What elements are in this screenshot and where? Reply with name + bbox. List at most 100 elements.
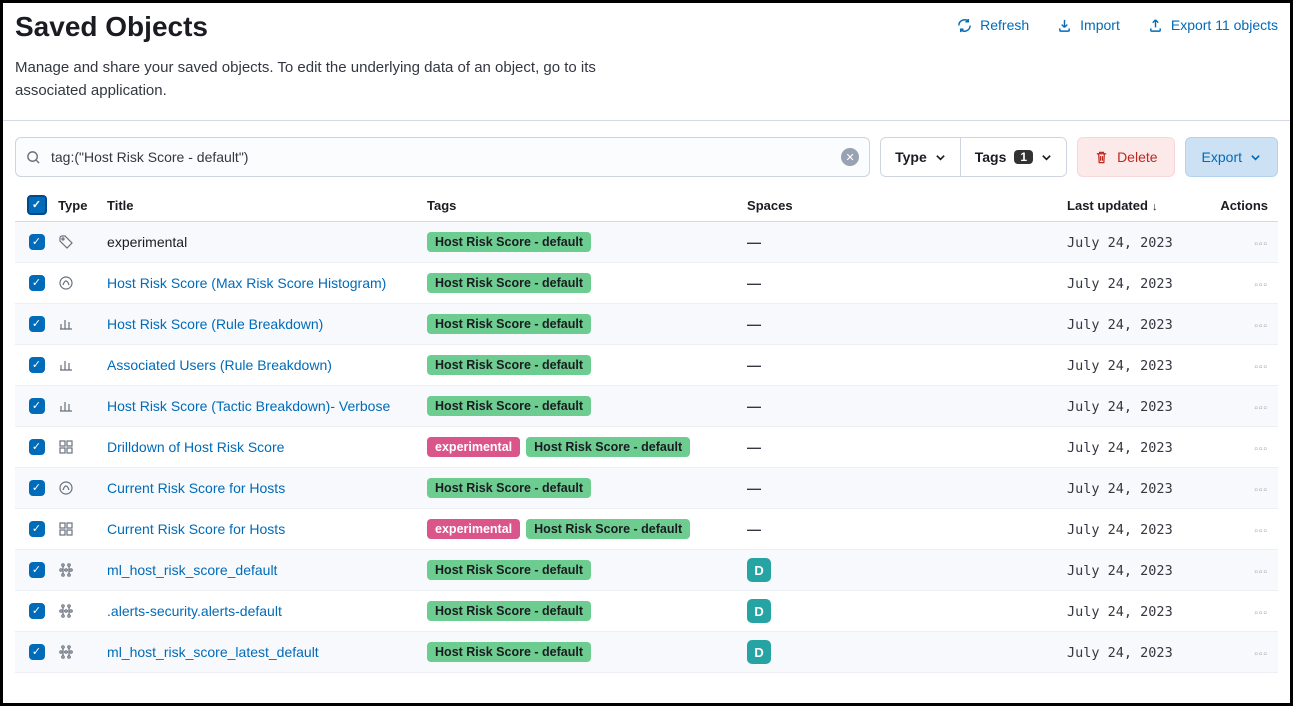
tag-badge[interactable]: Host Risk Score - default xyxy=(526,519,690,539)
check-icon: ✓ xyxy=(32,524,41,535)
export-all-button[interactable]: Export 11 objects xyxy=(1148,17,1278,33)
row-actions-button[interactable]: ▫▫▫ xyxy=(1254,485,1268,496)
clear-search-button[interactable]: ✕ xyxy=(841,148,859,166)
object-title-link[interactable]: ml_host_risk_score_default xyxy=(107,562,277,578)
space-badge[interactable]: D xyxy=(747,599,771,623)
row-actions-button[interactable]: ▫▫▫ xyxy=(1254,280,1268,291)
tag-badge[interactable]: Host Risk Score - default xyxy=(427,273,591,293)
tag-badge[interactable]: Host Risk Score - default xyxy=(427,396,591,416)
row-checkbox[interactable]: ✓ xyxy=(29,480,45,496)
last-updated-text: July 24, 2023 xyxy=(1067,604,1173,620)
object-title-link[interactable]: Associated Users (Rule Breakdown) xyxy=(107,357,332,373)
object-title-link: experimental xyxy=(107,234,187,250)
delete-label: Delete xyxy=(1117,149,1157,165)
row-actions-button[interactable]: ▫▫▫ xyxy=(1254,403,1268,414)
trash-icon xyxy=(1094,150,1109,165)
column-actions: Actions xyxy=(1219,198,1278,213)
type-filter-button[interactable]: Type xyxy=(881,138,960,176)
table-row: ✓ Host Risk Score (Max Risk Score Histogr… xyxy=(15,263,1278,304)
tag-badge[interactable]: experimental xyxy=(427,519,520,539)
lens-type-icon xyxy=(58,480,107,496)
search-box[interactable]: ✕ xyxy=(15,137,870,177)
column-last-updated[interactable]: Last updated↓ xyxy=(1067,198,1219,213)
viz-type-icon xyxy=(58,357,107,373)
chevron-down-icon xyxy=(1250,152,1261,163)
tag-badge[interactable]: Host Risk Score - default xyxy=(427,355,591,375)
column-title[interactable]: Title xyxy=(107,198,427,213)
select-all-checkbox[interactable]: ✓ xyxy=(27,195,47,215)
check-icon: ✓ xyxy=(32,442,41,453)
object-title-link[interactable]: Current Risk Score for Hosts xyxy=(107,521,285,537)
row-checkbox[interactable]: ✓ xyxy=(29,398,45,414)
sort-desc-icon: ↓ xyxy=(1152,201,1158,213)
tag-badge[interactable]: Host Risk Score - default xyxy=(526,437,690,457)
object-title-link[interactable]: Host Risk Score (Max Risk Score Histogra… xyxy=(107,275,386,291)
row-actions-button[interactable]: ▫▫▫ xyxy=(1254,444,1268,455)
object-title-link[interactable]: Current Risk Score for Hosts xyxy=(107,480,285,496)
row-actions-button[interactable]: ▫▫▫ xyxy=(1254,362,1268,373)
tag-badge[interactable]: Host Risk Score - default xyxy=(427,314,591,334)
import-button[interactable]: Import xyxy=(1057,17,1120,33)
divider xyxy=(3,120,1290,121)
column-tags[interactable]: Tags xyxy=(427,198,747,213)
import-label: Import xyxy=(1080,17,1120,33)
viz-type-icon xyxy=(58,316,107,332)
refresh-icon xyxy=(957,18,972,33)
row-checkbox[interactable]: ✓ xyxy=(29,275,45,291)
table-row: ✓ ml_host_risk_score_latest_default Host R… xyxy=(15,632,1278,673)
tag-badge[interactable]: experimental xyxy=(427,437,520,457)
row-checkbox[interactable]: ✓ xyxy=(29,644,45,660)
tag-badge[interactable]: Host Risk Score - default xyxy=(427,642,591,662)
delete-button[interactable]: Delete xyxy=(1077,137,1174,177)
table-row: ✓ Host Risk Score (Tactic Breakdown)- Ver… xyxy=(15,386,1278,427)
check-icon: ✓ xyxy=(32,278,41,289)
row-checkbox[interactable]: ✓ xyxy=(29,562,45,578)
refresh-button[interactable]: Refresh xyxy=(957,17,1029,33)
tag-badge[interactable]: Host Risk Score - default xyxy=(427,560,591,580)
last-updated-text: July 24, 2023 xyxy=(1067,399,1173,415)
object-title-link[interactable]: Host Risk Score (Rule Breakdown) xyxy=(107,316,323,332)
row-actions-button[interactable]: ▫▫▫ xyxy=(1254,321,1268,332)
last-updated-text: July 24, 2023 xyxy=(1067,563,1173,579)
spaces-empty: — xyxy=(747,521,761,537)
check-icon: ✓ xyxy=(32,483,41,494)
last-updated-text: July 24, 2023 xyxy=(1067,317,1173,333)
row-checkbox[interactable]: ✓ xyxy=(29,316,45,332)
last-updated-text: July 24, 2023 xyxy=(1067,645,1173,661)
table-row: ✓ ml_host_risk_score_default Host Risk Sco… xyxy=(15,550,1278,591)
row-checkbox[interactable]: ✓ xyxy=(29,603,45,619)
object-title-link[interactable]: .alerts-security.alerts-default xyxy=(107,603,282,619)
space-badge[interactable]: D xyxy=(747,558,771,582)
saved-objects-table: ✓ Type Title Tags Spaces Last updated↓ A… xyxy=(15,189,1278,673)
row-checkbox[interactable]: ✓ xyxy=(29,521,45,537)
export-label: Export xyxy=(1202,149,1242,165)
space-badge[interactable]: D xyxy=(747,640,771,664)
last-updated-text: July 24, 2023 xyxy=(1067,276,1173,292)
tags-filter-button[interactable]: Tags 1 xyxy=(960,138,1066,176)
row-checkbox[interactable]: ✓ xyxy=(29,357,45,373)
object-title-link[interactable]: Host Risk Score (Tactic Breakdown)- Verb… xyxy=(107,398,390,414)
row-checkbox[interactable]: ✓ xyxy=(29,439,45,455)
table-row: ✓ Drilldown of Host Risk Score experimenta… xyxy=(15,427,1278,468)
check-icon: ✓ xyxy=(32,237,41,248)
tag-type-icon xyxy=(58,234,107,250)
row-checkbox[interactable]: ✓ xyxy=(29,234,45,250)
export-button[interactable]: Export xyxy=(1185,137,1278,177)
row-actions-button[interactable]: ▫▫▫ xyxy=(1254,526,1268,537)
last-updated-text: July 24, 2023 xyxy=(1067,235,1173,251)
tag-badge[interactable]: Host Risk Score - default xyxy=(427,478,591,498)
row-actions-button[interactable]: ▫▫▫ xyxy=(1254,608,1268,619)
page-subtitle: Manage and share your saved objects. To … xyxy=(15,57,665,102)
spaces-empty: — xyxy=(747,480,761,496)
dashboard-type-icon xyxy=(58,521,107,537)
tag-badge[interactable]: Host Risk Score - default xyxy=(427,232,591,252)
column-spaces[interactable]: Spaces xyxy=(747,198,1067,213)
search-input[interactable] xyxy=(51,149,841,165)
row-actions-button[interactable]: ▫▫▫ xyxy=(1254,649,1268,660)
column-type[interactable]: Type xyxy=(58,198,107,213)
row-actions-button[interactable]: ▫▫▫ xyxy=(1254,567,1268,578)
tag-badge[interactable]: Host Risk Score - default xyxy=(427,601,591,621)
object-title-link[interactable]: Drilldown of Host Risk Score xyxy=(107,439,284,455)
row-actions-button[interactable]: ▫▫▫ xyxy=(1254,239,1268,250)
object-title-link[interactable]: ml_host_risk_score_latest_default xyxy=(107,644,319,660)
